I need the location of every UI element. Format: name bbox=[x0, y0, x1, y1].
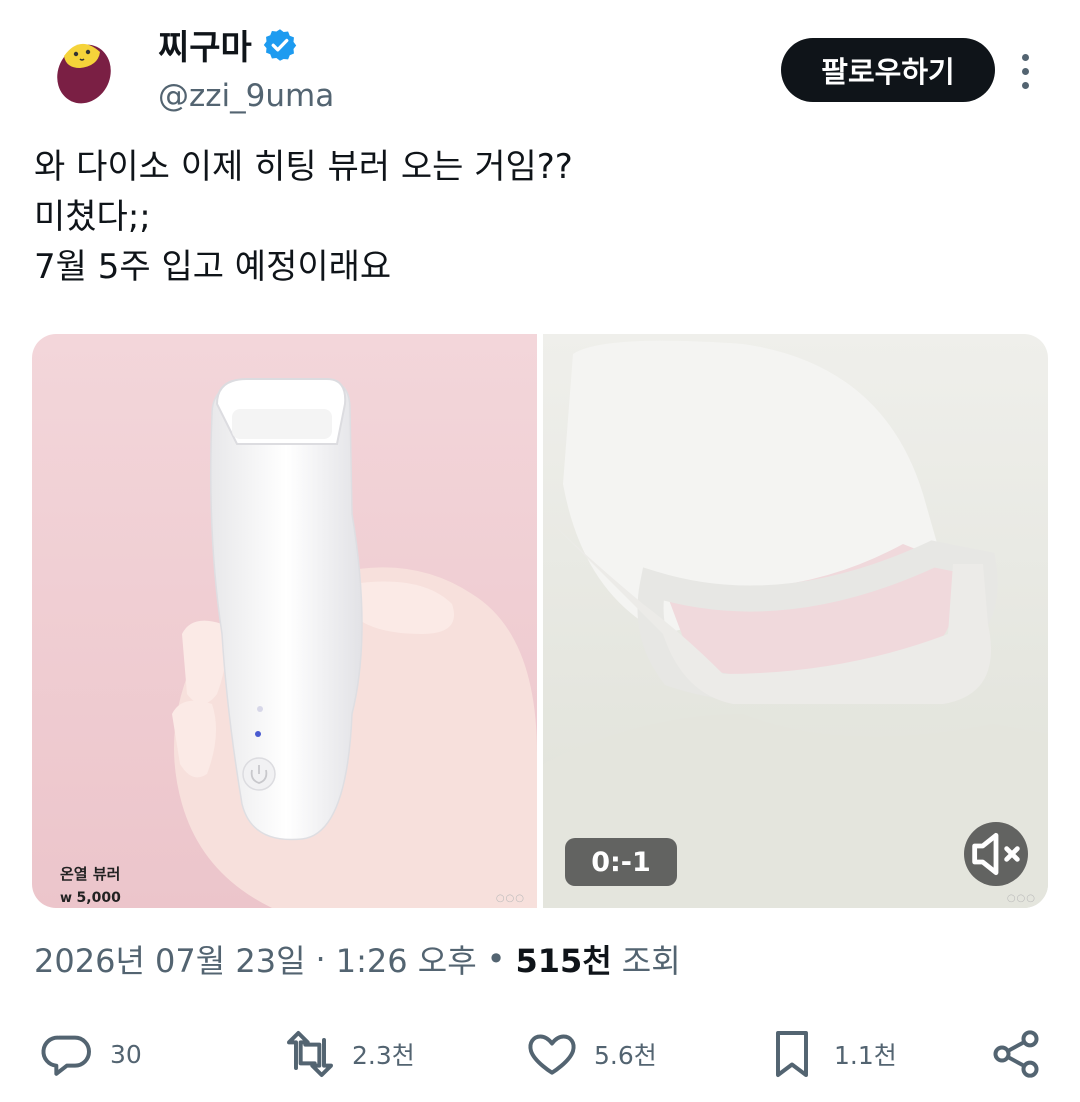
views-separator: • bbox=[486, 940, 506, 978]
bookmark-button[interactable]: 1.1천 bbox=[764, 1026, 897, 1082]
image-dots-mark: ○○○ bbox=[495, 893, 525, 904]
tweet-date[interactable]: 2026년 07월 23일 bbox=[34, 936, 306, 982]
product-price-caption: w 5,000 bbox=[60, 890, 121, 906]
reply-icon bbox=[41, 1035, 91, 1076]
media-gallery: 온열 뷰러 w 5,000 ○○○ 0:-1 ○○○ bbox=[32, 334, 1048, 908]
like-count: 5.6천 bbox=[594, 1041, 657, 1070]
like-button[interactable]: 5.6천 bbox=[524, 1026, 657, 1082]
media-video[interactable]: 0:-1 ○○○ bbox=[543, 334, 1048, 908]
tweet-time[interactable]: 1:26 오후 bbox=[336, 936, 477, 982]
retweet-button[interactable]: 2.3천 bbox=[282, 1026, 415, 1082]
price-symbol: w bbox=[60, 891, 73, 906]
share-icon bbox=[993, 1030, 1039, 1078]
tweet-text: 와 다이소 이제 히팅 뷰러 오는 거임?? 미쳤다;; 7월 5주 입고 예정… bbox=[34, 147, 573, 287]
price-value: 5,000 bbox=[76, 890, 121, 906]
product-name-caption: 온열 뷰러 bbox=[60, 865, 121, 883]
retweet-icon bbox=[287, 1031, 333, 1077]
share-button[interactable] bbox=[988, 1026, 1044, 1082]
more-options-icon[interactable] bbox=[1008, 46, 1042, 96]
views-count: 515천 bbox=[515, 942, 612, 980]
eyelash-curler-hand-photo bbox=[32, 334, 537, 908]
retweet-count: 2.3천 bbox=[352, 1041, 415, 1070]
follow-button[interactable]: 팔로우하기 bbox=[781, 38, 995, 102]
bookmark-count: 1.1천 bbox=[834, 1041, 897, 1070]
author-handle[interactable]: @zzi_9uma bbox=[158, 78, 334, 114]
volume-muted-icon bbox=[972, 832, 1020, 876]
tweet-meta: 2026년 07월 23일 · 1:26 오후 • 515천 조회 bbox=[34, 936, 681, 982]
video-timer: 0:-1 bbox=[565, 838, 677, 886]
views-label: 조회 bbox=[621, 942, 681, 980]
heart-icon bbox=[528, 1034, 576, 1075]
tweet-actions: 30 2.3천 5.6천 1.1천 bbox=[0, 1026, 1080, 1102]
meta-separator: · bbox=[315, 940, 326, 978]
sweet-potato-avatar-icon bbox=[57, 43, 111, 104]
author-display-name[interactable]: 찌구마 bbox=[158, 20, 252, 69]
reply-count: 30 bbox=[110, 1039, 142, 1069]
video-dots-mark: ○○○ bbox=[1006, 893, 1036, 904]
author-avatar[interactable] bbox=[40, 22, 128, 110]
reply-button[interactable]: 30 bbox=[40, 1026, 142, 1082]
bookmark-icon bbox=[776, 1031, 808, 1077]
media-image[interactable]: 온열 뷰러 w 5,000 ○○○ bbox=[32, 334, 537, 908]
verified-badge-icon bbox=[263, 28, 297, 61]
mute-button[interactable] bbox=[964, 822, 1028, 886]
